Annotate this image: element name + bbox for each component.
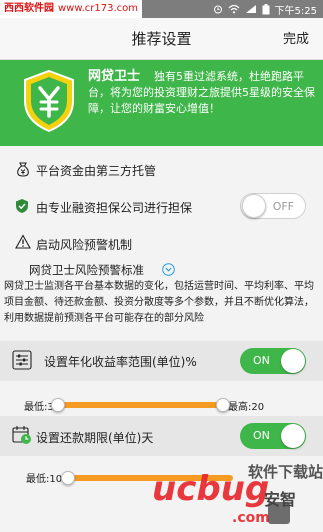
warning-icon	[15, 234, 31, 249]
yield-max-handle[interactable]	[216, 398, 230, 412]
yield-label: 设置年化收益率范围(单位)%	[44, 355, 197, 369]
standard-label: 网贷卫士风险预警标准	[29, 263, 144, 277]
custody-label: 平台资金由第三方托管	[36, 164, 157, 178]
status-bar: 西西软件园 www.cr173.com 下午5:25	[0, 0, 323, 18]
status-icons: 下午5:25	[213, 0, 317, 18]
watermark: 西西软件园 www.cr173.com	[0, 0, 143, 18]
banner-description: 网贷卫士 独有5重过滤系统，杜绝跑路平台，将为您的投资理财之旅提供5星级的安全保障…	[88, 69, 316, 117]
term-label: 设置还款期限(单位)天	[36, 431, 154, 445]
yield-min-handle[interactable]	[51, 398, 65, 412]
watermark-name: 西西软件园	[4, 3, 54, 14]
watermark-brand: 安智	[264, 490, 297, 509]
term-min-handle[interactable]	[61, 471, 75, 485]
money-bag-icon	[17, 162, 29, 177]
done-button[interactable]: 完成	[283, 18, 309, 60]
battery-icon	[262, 3, 270, 14]
yield-slider-track[interactable]	[58, 402, 223, 408]
status-time: 下午5:25	[274, 5, 317, 17]
settings-list-icon	[12, 350, 32, 370]
shield-check-icon	[16, 199, 28, 213]
term-min-label: 最低:10	[26, 474, 63, 485]
wifi-icon	[228, 4, 239, 14]
yield-max-label: 最高:20	[228, 402, 265, 413]
alarm-icon	[213, 5, 222, 14]
watermark-text: 软件下载站	[248, 463, 323, 481]
watermark-url: www.cr173.com	[58, 3, 139, 14]
term-toggle[interactable]: ON	[240, 423, 306, 449]
guarantee-toggle[interactable]: OFF	[240, 193, 306, 219]
guarantee-label: 由专业融资担保公司进行担保	[36, 201, 193, 215]
risk-label: 启动风险预警机制	[36, 238, 133, 252]
toggle-knob	[281, 349, 305, 373]
standard-paragraph: 网贷卫士监测各平台基本数据的变化，包括运营时间、平均利率、平均项目金额、待还款金…	[4, 281, 314, 324]
yield-toggle-state: ON	[253, 354, 270, 367]
yield-toggle[interactable]: ON	[240, 348, 306, 374]
shield-logo-icon	[24, 69, 74, 133]
signal-icon	[245, 5, 256, 13]
banner: 网贷卫士 独有5重过滤系统，杜绝跑路平台，将为您的投资理财之旅提供5星级的安全保障…	[0, 60, 323, 146]
toggle-knob	[281, 424, 305, 448]
term-toggle-state: ON	[253, 429, 270, 442]
yield-min-label: 最低:3	[24, 402, 54, 413]
page-title: 推荐设置	[131, 30, 192, 48]
calendar-clock-icon	[12, 426, 31, 444]
chevron-down-icon[interactable]	[162, 263, 175, 276]
toggle-knob	[242, 194, 266, 218]
guarantee-toggle-state: OFF	[272, 200, 294, 213]
svg-text:.com: .com	[232, 510, 270, 526]
banner-name: 网贷卫士	[88, 69, 141, 84]
header: 推荐设置 完成	[0, 18, 323, 60]
